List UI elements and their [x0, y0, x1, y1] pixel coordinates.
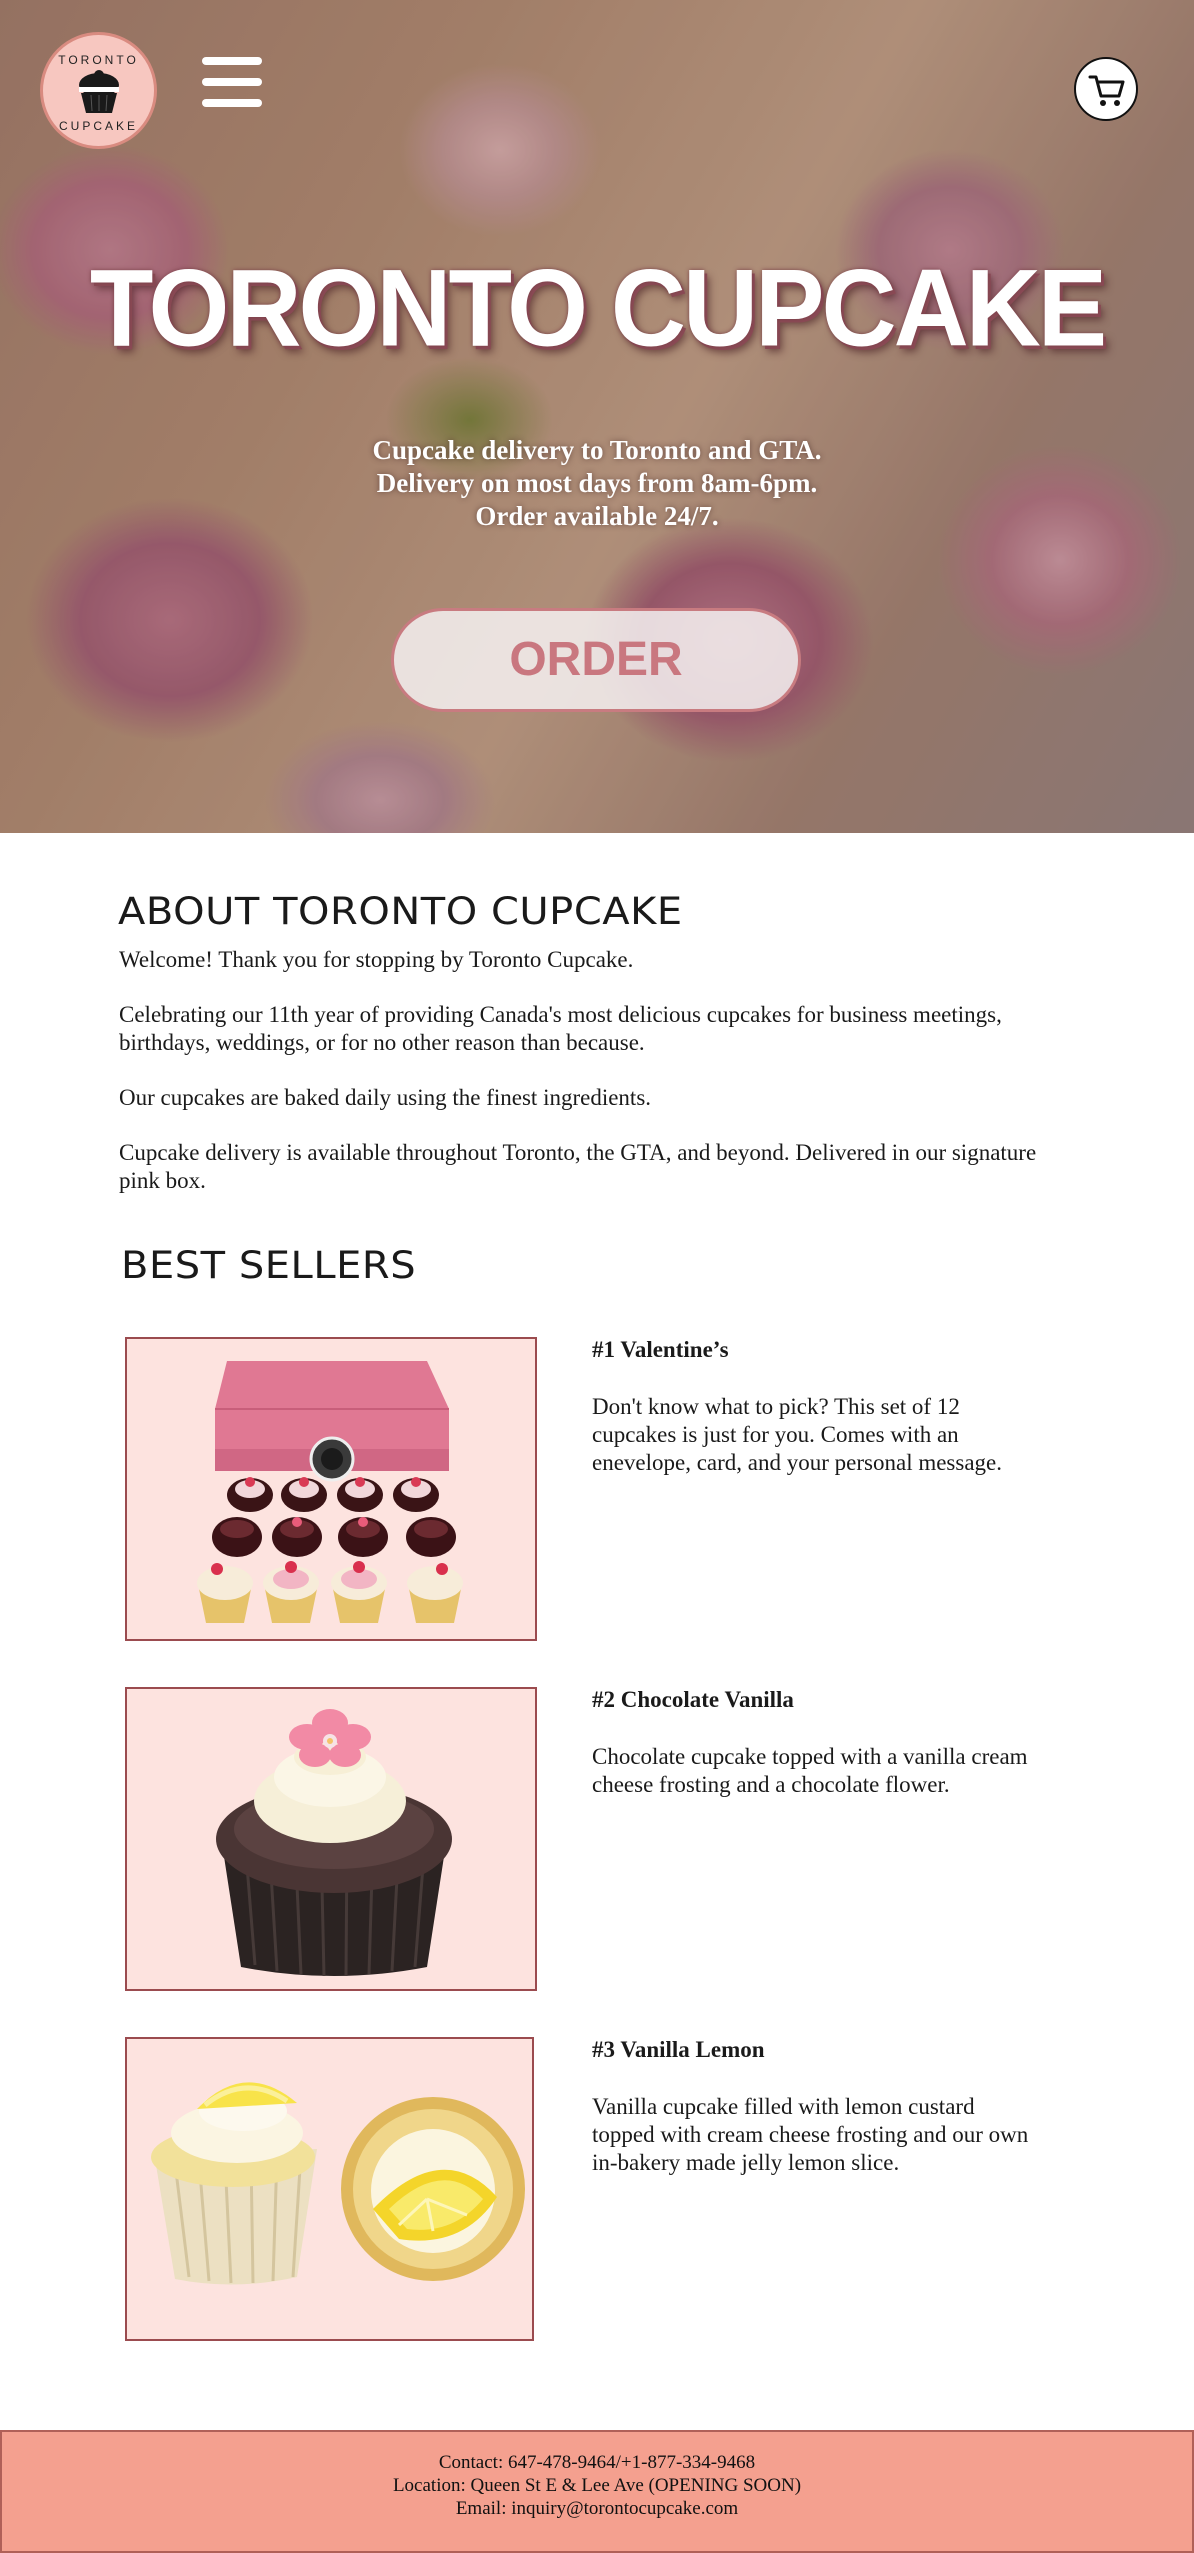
product-description: Vanilla cupcake filled with lemon custar…: [592, 2094, 1029, 2175]
hero-title: TORONTO CUPCAKE: [89, 248, 1107, 370]
best-sellers-heading: BEST SELLERS: [121, 1244, 417, 1287]
logo-bottom-text: CUPCAKE: [58, 119, 138, 133]
order-button[interactable]: ORDER: [391, 608, 801, 712]
about-heading: ABOUT TORONTO CUPCAKE: [118, 890, 683, 933]
hamburger-menu-icon[interactable]: [202, 57, 262, 107]
product-image-chocolate-vanilla[interactable]: [125, 1687, 537, 1991]
product-name[interactable]: #2 Chocolate Vanilla: [592, 1687, 794, 1713]
tagline-line: Cupcake delivery to Toronto and GTA.: [372, 435, 822, 465]
about-paragraph: Cupcake delivery is available throughout…: [119, 1140, 1037, 1193]
product-name[interactable]: #1 Valentine’s: [592, 1337, 729, 1363]
product-card: #3 Vanilla Lemon Vanilla cupcake filled …: [0, 2037, 1194, 2343]
about-text: Welcome! Thank you for stopping by Toron…: [119, 946, 1079, 1222]
product-card: #2 Chocolate Vanilla Chocolate cupcake t…: [0, 1687, 1194, 1993]
site-logo[interactable]: TORONTO CUPCAKE: [40, 32, 157, 149]
product-name[interactable]: #3 Vanilla Lemon: [592, 2037, 765, 2063]
footer-contact[interactable]: Contact: 647-478-9464/+1-877-334-9468: [2, 2451, 1192, 2474]
product-card: #1 Valentine’s Don't know what to pick? …: [0, 1337, 1194, 1643]
footer-email[interactable]: Email: inquiry@torontocupcake.com: [2, 2497, 1192, 2520]
logo-top-text: TORONTO: [58, 53, 139, 67]
product-image-vanilla-lemon[interactable]: [125, 2037, 534, 2341]
cart-button[interactable]: [1074, 57, 1138, 121]
product-description: Chocolate cupcake topped with a vanilla …: [592, 1744, 1028, 1797]
about-paragraph: Our cupcakes are baked daily using the f…: [119, 1085, 652, 1110]
product-description: Don't know what to pick? This set of 12 …: [592, 1394, 1003, 1475]
product-image-valentines[interactable]: [125, 1337, 537, 1641]
about-paragraph: Celebrating our 11th year of providing C…: [119, 1002, 1002, 1055]
about-paragraph: Welcome! Thank you for stopping by Toron…: [119, 947, 634, 972]
tagline-line: Order available 24/7.: [475, 501, 719, 531]
tagline-line: Delivery on most days from 8am-6pm.: [376, 468, 818, 498]
site-footer: Contact: 647-478-9464/+1-877-334-9468 Lo…: [0, 2430, 1194, 2553]
hero-tagline: Cupcake delivery to Toronto and GTA. Del…: [0, 434, 1194, 533]
cupcake-logo-icon: [79, 70, 119, 113]
shopping-cart-icon: [1088, 75, 1125, 106]
hero-banner: TORONTO CUPCAKE TORONTO CUPCAKE Cupcake …: [0, 0, 1194, 833]
footer-location: Location: Queen St E & Lee Ave (OPENING …: [392, 2475, 802, 2496]
